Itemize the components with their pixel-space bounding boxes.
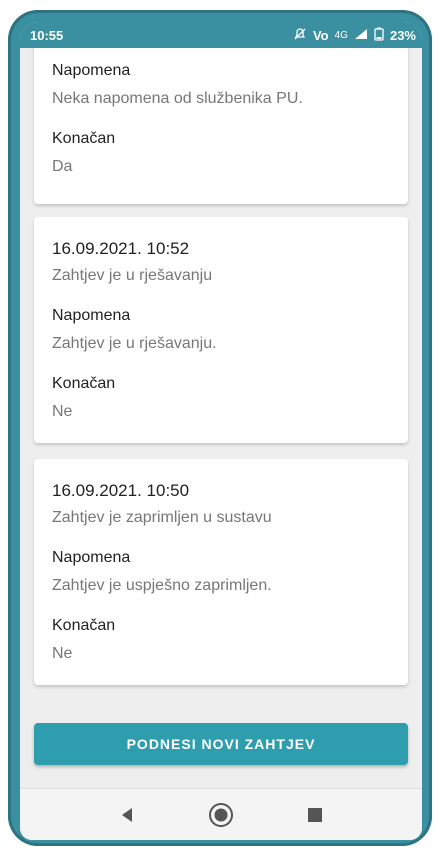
status-icons: Vo 4G 23% <box>293 27 416 44</box>
home-icon <box>209 802 233 827</box>
screen: 10:55 Vo 4G 23% Napomena Neka napomena o… <box>20 22 422 840</box>
navigation-bar <box>20 788 422 840</box>
network-type: 4G <box>334 29 348 41</box>
final-value: Ne <box>52 403 73 420</box>
card-status: Zahtjev je u rješavanju <box>52 267 213 284</box>
volte-icon: Vo <box>312 27 329 43</box>
note-label: Napomena <box>52 307 131 324</box>
final-label: Konačan <box>52 617 116 634</box>
battery-percent: 23% <box>389 27 416 43</box>
history-card: Napomena Neka napomena od službenika PU.… <box>34 48 408 204</box>
back-icon <box>122 807 132 822</box>
final-value: Da <box>52 158 73 175</box>
card-date: 16.09.2021. 10:50 <box>52 481 190 500</box>
final-value: Ne <box>52 645 73 662</box>
note-text: Zahtjev je uspješno zaprimljen. <box>52 577 272 594</box>
home-button[interactable] <box>201 795 241 835</box>
recents-button[interactable] <box>295 795 335 835</box>
submit-new-request-button[interactable]: PODNESI NOVI ZAHTJEV <box>34 723 408 765</box>
status-bar: 10:55 Vo 4G 23% <box>20 22 422 48</box>
final-label: Konačan <box>52 130 116 147</box>
recents-icon <box>308 807 322 822</box>
status-time: 10:55 <box>30 27 64 43</box>
card-date: 16.09.2021. 10:52 <box>52 239 190 258</box>
history-card: 16.09.2021. 10:50 Zahtjev je zaprimljen … <box>34 459 408 685</box>
back-button[interactable] <box>107 795 147 835</box>
card-status: Zahtjev je zaprimljen u sustavu <box>52 509 272 526</box>
signal-icon <box>354 28 368 43</box>
note-label: Napomena <box>52 62 131 79</box>
note-text: Zahtjev je u rješavanju. <box>52 335 217 352</box>
battery-icon <box>374 27 384 44</box>
final-label: Konačan <box>52 375 116 392</box>
note-label: Napomena <box>52 549 131 566</box>
history-card: 16.09.2021. 10:52 Zahtjev je u rješavanj… <box>34 217 408 443</box>
device-frame: 10:55 Vo 4G 23% Napomena Neka napomena o… <box>8 10 432 846</box>
request-history-list[interactable]: Napomena Neka napomena od službenika PU.… <box>20 48 422 788</box>
mute-icon <box>293 27 307 44</box>
note-text: Neka napomena od službenika PU. <box>52 90 303 107</box>
